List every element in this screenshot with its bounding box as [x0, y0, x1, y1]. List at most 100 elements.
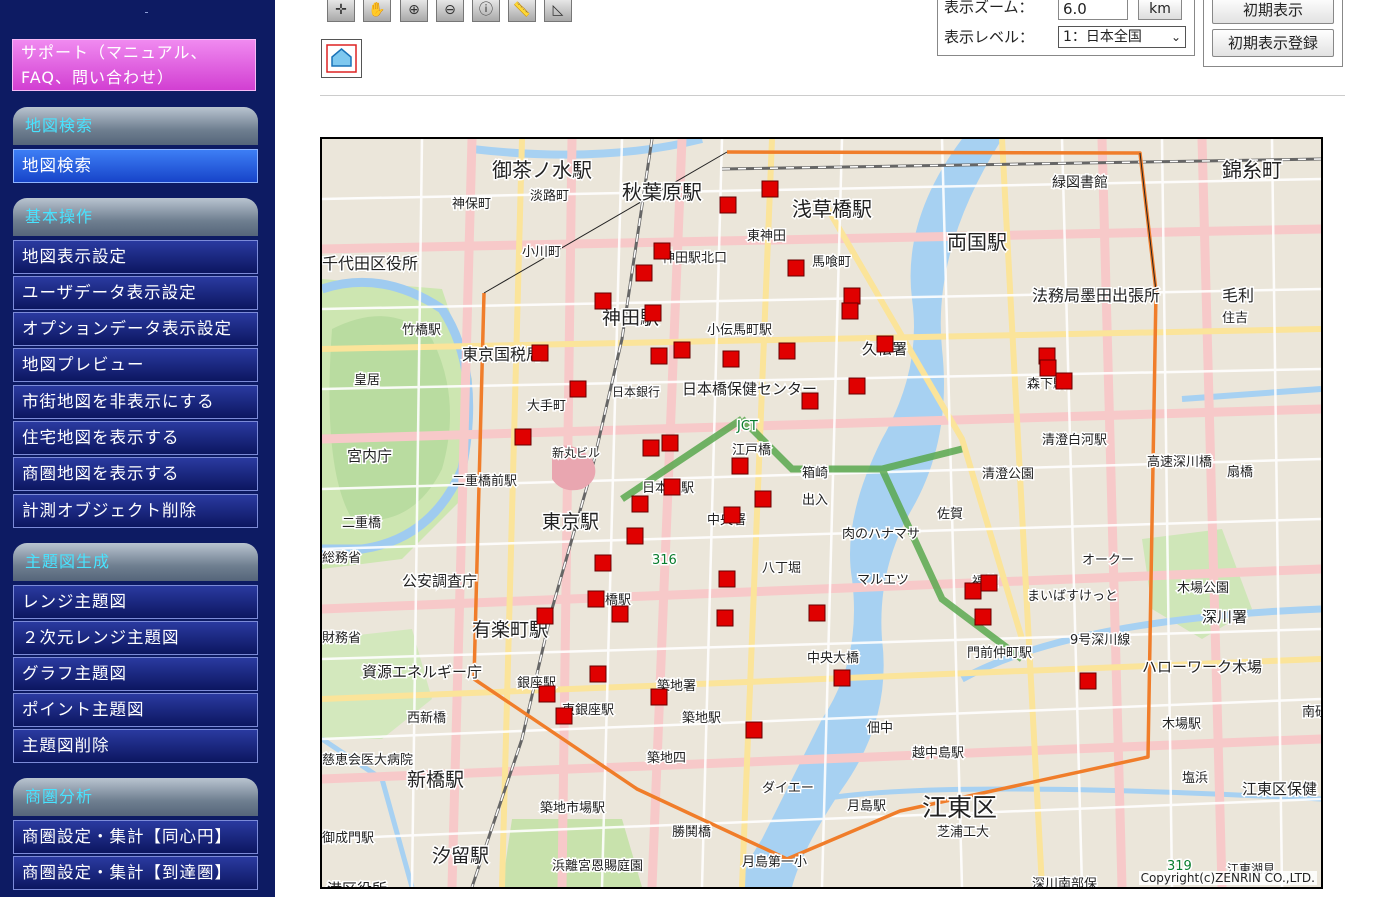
sidebar-item-show-trade-area-map[interactable]: 商圏地図を表示する — [13, 457, 258, 491]
sidebar-item-show-housing-map[interactable]: 住宅地図を表示する — [13, 421, 258, 455]
map-marker[interactable] — [723, 506, 741, 524]
section-map-search[interactable]: 地図検索 — [13, 107, 258, 145]
map-marker[interactable] — [761, 180, 779, 198]
map-marker[interactable] — [745, 721, 763, 739]
initial-display-button[interactable]: 初期表示 — [1212, 0, 1334, 24]
map-marker[interactable] — [673, 341, 691, 359]
map-marker[interactable] — [722, 350, 740, 368]
map-label: 神保町 — [452, 197, 491, 212]
zoom-label: 表示ズーム： — [944, 0, 1034, 16]
map-label: 両国駅 — [947, 230, 1007, 254]
home-button[interactable] — [321, 39, 362, 78]
map-label: 日本銀行 — [612, 385, 660, 399]
map-marker[interactable] — [876, 335, 894, 353]
register-initial-display-button[interactable]: 初期表示登録 — [1212, 29, 1334, 57]
sidebar-item-map-preview[interactable]: 地図プレビュー — [13, 348, 258, 382]
sidebar-item-map-display-settings[interactable]: 地図表示設定 — [13, 240, 258, 274]
map-marker[interactable] — [718, 570, 736, 588]
map-marker[interactable] — [642, 439, 660, 457]
sidebar-item-range-map[interactable]: レンジ主題図 — [13, 585, 258, 619]
map-label: JCT — [736, 419, 758, 434]
map-marker[interactable] — [716, 609, 734, 627]
map-label: ダイエー — [762, 781, 814, 796]
section-thematic-map[interactable]: 主題図生成 — [13, 543, 258, 581]
support-button[interactable]: サポート（マニュアル、FAQ、問い合わせ） — [12, 39, 256, 91]
map-marker[interactable] — [650, 347, 668, 365]
sidebar-item-graph-map[interactable]: グラフ主題図 — [13, 657, 258, 691]
map-label: マルエツ — [857, 573, 909, 588]
zoom-in-button[interactable]: ⊕ — [400, 0, 428, 22]
map-marker[interactable] — [538, 685, 556, 703]
map-marker[interactable] — [611, 605, 629, 623]
map-marker[interactable] — [589, 665, 607, 683]
map-marker[interactable] — [778, 342, 796, 360]
map-marker[interactable] — [731, 457, 749, 475]
map-label: 深川南部保 — [1032, 876, 1097, 887]
map-marker[interactable] — [964, 582, 982, 600]
map-marker[interactable] — [555, 707, 573, 725]
map-marker[interactable] — [661, 434, 679, 452]
level-label: 表示レベル： — [944, 28, 1035, 46]
map-marker[interactable] — [980, 574, 998, 592]
map-marker[interactable] — [808, 604, 826, 622]
area-measure-button[interactable]: ◺ — [544, 0, 572, 22]
ruler-button[interactable]: 📏 — [508, 0, 536, 22]
map-marker[interactable] — [569, 380, 587, 398]
map-marker[interactable] — [531, 344, 549, 362]
hand-tool-button[interactable]: ✋ — [363, 0, 391, 22]
sidebar-item-user-data-settings[interactable]: ユーザデータ表示設定 — [13, 276, 258, 310]
map-marker[interactable] — [594, 554, 612, 572]
map-marker[interactable] — [1039, 359, 1057, 377]
sidebar-item-concentric-area[interactable]: 商圏設定・集計【同心円】 — [13, 820, 258, 854]
zoom-in-icon: ⊕ — [408, 2, 420, 18]
map-marker[interactable] — [843, 287, 861, 305]
map-marker[interactable] — [644, 304, 662, 322]
map-marker[interactable] — [1079, 672, 1097, 690]
info-icon: ⓘ — [479, 2, 493, 18]
map-marker[interactable] — [514, 428, 532, 446]
sidebar-item-map-search[interactable]: 地図検索 — [13, 149, 258, 183]
map-label: 二重橋 — [342, 515, 381, 531]
map-marker[interactable] — [663, 478, 681, 496]
sidebar-item-delete-measure-objects[interactable]: 計測オブジェクト削除 — [13, 494, 258, 528]
sidebar-item-delete-thematic[interactable]: 主題図削除 — [13, 729, 258, 763]
map-marker[interactable] — [631, 495, 649, 513]
zoom-unit-button[interactable]: km — [1138, 0, 1182, 20]
zoom-input[interactable]: 6.0 — [1058, 0, 1128, 20]
map-marker[interactable] — [801, 392, 819, 410]
map-canvas[interactable]: 御茶ノ水駅秋葉原駅浅草橋駅 錦糸町両国駅 緑図書館法務局墨田出張所 毛利住吉 千代田区役… — [322, 139, 1321, 887]
sidebar-item-option-data-settings[interactable]: オプションデータ表示設定 — [13, 312, 258, 346]
sidebar-item-reach-area[interactable]: 商圏設定・集計【到達圏】 — [13, 856, 258, 890]
pan-tool-button[interactable]: ✛ — [327, 0, 355, 22]
sidebar-item-hide-city-map[interactable]: 市街地図を非表示にする — [13, 385, 258, 419]
map-marker[interactable] — [536, 607, 554, 625]
map-marker[interactable] — [1055, 372, 1073, 390]
section-trade-area[interactable]: 商圏分析 — [13, 778, 258, 816]
map-marker[interactable] — [848, 377, 866, 395]
map-marker[interactable] — [650, 688, 668, 706]
map-marker[interactable] — [626, 527, 644, 545]
map-marker[interactable] — [974, 608, 992, 626]
map-marker[interactable] — [587, 590, 605, 608]
map-label: オークー — [1082, 553, 1134, 568]
map-marker[interactable] — [787, 259, 805, 277]
section-basic-operation[interactable]: 基本操作 — [13, 198, 258, 236]
map-label: 高速深川橋 — [1147, 454, 1212, 470]
sidebar-item-2d-range-map[interactable]: ２次元レンジ主題図 — [13, 621, 258, 655]
map-marker[interactable] — [653, 242, 671, 260]
map-marker[interactable] — [635, 264, 653, 282]
map-marker[interactable] — [754, 490, 772, 508]
map-marker[interactable] — [833, 669, 851, 687]
map-label: 毛利 — [1222, 286, 1254, 305]
zoom-out-button[interactable]: ⊖ — [436, 0, 464, 22]
map-label: 東神田 — [747, 228, 786, 244]
map-label: 西新橋 — [407, 710, 446, 726]
map-view[interactable]: 御茶ノ水駅 秋葉原駅 浅草橋駅 錦糸町 両国駅 緑図書館 法務局墨田出張所 毛利 住吉 千代田区役… — [320, 137, 1323, 889]
level-select[interactable]: 1：日本全国 ⌄ — [1058, 26, 1186, 48]
map-marker[interactable] — [719, 196, 737, 214]
sidebar-item-point-map[interactable]: ポイント主題図 — [13, 693, 258, 727]
map-label: 新丸ビル — [552, 445, 600, 460]
map-marker[interactable] — [841, 302, 859, 320]
info-button[interactable]: ⓘ — [472, 0, 500, 22]
map-marker[interactable] — [594, 292, 612, 310]
